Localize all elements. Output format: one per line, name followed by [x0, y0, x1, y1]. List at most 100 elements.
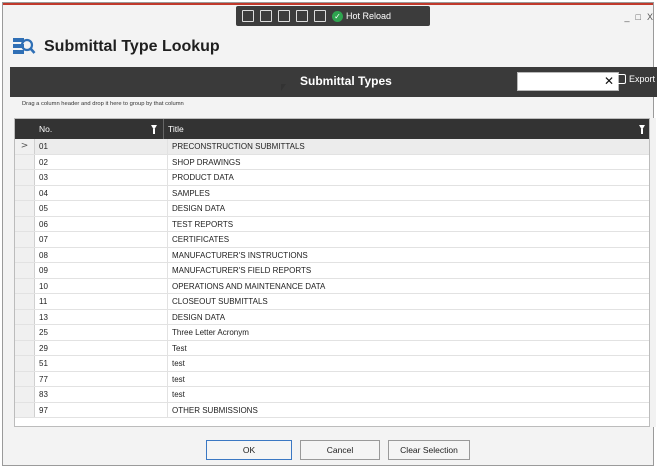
table-row[interactable]: 97 OTHER SUBMISSIONS	[15, 402, 649, 418]
cell-title: OTHER SUBMISSIONS	[167, 402, 647, 417]
column-header-title[interactable]: Title	[163, 119, 649, 139]
dialog-title-area: Submittal Type Lookup	[12, 34, 220, 60]
table-row[interactable]: 02 SHOP DRAWINGS	[15, 154, 649, 170]
table-row[interactable]: 04 SAMPLES	[15, 185, 649, 201]
filter-icon[interactable]	[639, 125, 645, 134]
minimize-button[interactable]: _	[625, 12, 630, 22]
cell-no: 08	[39, 250, 48, 260]
row-indicator[interactable]	[15, 356, 35, 371]
table-row[interactable]: 13 DESIGN DATA	[15, 309, 649, 325]
cell-title: PRODUCT DATA	[167, 170, 647, 185]
cancel-button[interactable]: Cancel	[300, 440, 380, 460]
search-input[interactable]: ✕	[517, 72, 619, 91]
close-button[interactable]: X	[647, 12, 653, 22]
table-row[interactable]: 07 CERTIFICATES	[15, 232, 649, 248]
cell-no: 29	[39, 343, 48, 353]
row-indicator[interactable]	[15, 294, 35, 309]
window-accent-line	[3, 3, 653, 5]
table-row[interactable]: >01 PRECONSTRUCTION SUBMITTALS	[15, 139, 649, 155]
filter-icon[interactable]	[151, 125, 157, 134]
dialog-title: Submittal Type Lookup	[44, 38, 220, 55]
clear-selection-button[interactable]: Clear Selection	[388, 440, 470, 460]
table-row[interactable]: 77 test	[15, 371, 649, 387]
table-row[interactable]: 09 MANUFACTURER'S FIELD REPORTS	[15, 263, 649, 279]
table-row[interactable]: 05 DESIGN DATA	[15, 201, 649, 217]
row-indicator[interactable]	[15, 232, 35, 247]
row-indicator[interactable]	[15, 340, 35, 355]
clear-search-icon[interactable]: ✕	[604, 73, 614, 90]
hot-reload-status[interactable]: ✓ Hot Reload	[332, 10, 391, 22]
export-button[interactable]: Export	[616, 74, 655, 84]
ok-button[interactable]: OK	[206, 440, 292, 460]
cell-no: 77	[39, 374, 48, 384]
cell-no: 02	[39, 157, 48, 167]
table-row[interactable]: 06 TEST REPORTS	[15, 216, 649, 232]
table-row[interactable]: 25 Three Letter Acronym	[15, 325, 649, 341]
cell-no: 10	[39, 281, 48, 291]
table-row[interactable]: 10 OPERATIONS AND MAINTENANCE DATA	[15, 278, 649, 294]
lookup-icon	[12, 36, 36, 58]
row-indicator[interactable]	[15, 325, 35, 340]
table-row[interactable]: 51 test	[15, 356, 649, 372]
cell-no: 25	[39, 328, 48, 337]
table-row[interactable]: 08 MANUFACTURER'S INSTRUCTIONS	[15, 247, 649, 263]
column-header-title-label: Title	[168, 124, 184, 134]
table-row[interactable]: 11 CLOSEOUT SUBMITTALS	[15, 294, 649, 310]
submittal-types-grid[interactable]: No. Title >01 PRECONSTRUCTION SUBMITTALS 0…	[14, 118, 650, 427]
cell-no: 11	[39, 297, 48, 306]
dialog-buttons: OK Cancel Clear Selection	[206, 440, 470, 460]
track-focus-icon[interactable]	[278, 10, 290, 22]
cell-no: 09	[39, 266, 48, 275]
cell-title: test	[167, 387, 647, 402]
row-indicator[interactable]	[15, 154, 35, 169]
table-row[interactable]: 83 test	[15, 387, 649, 403]
row-indicator[interactable]	[15, 201, 35, 216]
column-header-no[interactable]: No.	[35, 119, 163, 139]
group-panel-hint[interactable]: Drag a column header and drop it here to…	[22, 101, 184, 107]
row-indicator[interactable]	[15, 263, 35, 278]
cell-title: OPERATIONS AND MAINTENANCE DATA	[167, 278, 647, 293]
export-icon	[616, 74, 626, 84]
row-indicator[interactable]	[15, 170, 35, 185]
column-header-no-label: No.	[39, 124, 53, 134]
row-indicator[interactable]	[15, 309, 35, 324]
maximize-button[interactable]: □	[636, 12, 641, 22]
cell-no: 07	[39, 235, 48, 244]
grid-toolbar: Submittal Types ✕ Export	[10, 67, 657, 97]
display-layout-icon[interactable]	[260, 10, 272, 22]
row-indicator[interactable]	[15, 371, 35, 386]
cell-no: 05	[39, 204, 48, 213]
cell-title: Three Letter Acronym	[167, 325, 647, 340]
row-indicator[interactable]	[15, 387, 35, 402]
row-indicator[interactable]	[15, 278, 35, 293]
export-label: Export	[629, 74, 656, 84]
table-row[interactable]: 29 Test	[15, 340, 649, 356]
row-indicator[interactable]	[15, 402, 35, 417]
grid-rows: >01 PRECONSTRUCTION SUBMITTALS 02 SHOP DRAW…	[15, 139, 649, 418]
table-row[interactable]: 03 PRODUCT DATA	[15, 170, 649, 186]
cell-title: PRECONSTRUCTION SUBMITTALS	[167, 139, 647, 154]
row-indicator[interactable]	[15, 216, 35, 231]
cell-title: MANUFACTURER'S INSTRUCTIONS	[167, 247, 647, 262]
row-indicator[interactable]: >	[15, 139, 35, 154]
grid-header: No. Title	[15, 119, 649, 139]
row-indicator[interactable]	[15, 185, 35, 200]
cell-title: test	[167, 371, 647, 386]
select-element-icon[interactable]	[242, 10, 254, 22]
cell-no: 06	[39, 219, 48, 229]
mouse-cursor-icon	[281, 84, 286, 91]
hot-reload-settings-icon[interactable]	[314, 10, 326, 22]
vertical-scrollbar[interactable]	[650, 118, 656, 427]
cell-title: DESIGN DATA	[167, 309, 647, 324]
cell-no: 13	[39, 312, 48, 322]
binding-failures-icon[interactable]	[296, 10, 308, 22]
cell-no: 51	[39, 359, 48, 368]
cell-title: SAMPLES	[167, 185, 647, 200]
cell-title: MANUFACTURER'S FIELD REPORTS	[167, 263, 647, 278]
cell-no: 83	[39, 390, 48, 399]
cell-title: SHOP DRAWINGS	[167, 154, 647, 169]
dev-toolbar: ✓ Hot Reload	[236, 6, 430, 26]
cell-no: 01	[39, 142, 48, 151]
row-indicator[interactable]	[15, 247, 35, 262]
grid-title: Submittal Types	[300, 74, 392, 88]
